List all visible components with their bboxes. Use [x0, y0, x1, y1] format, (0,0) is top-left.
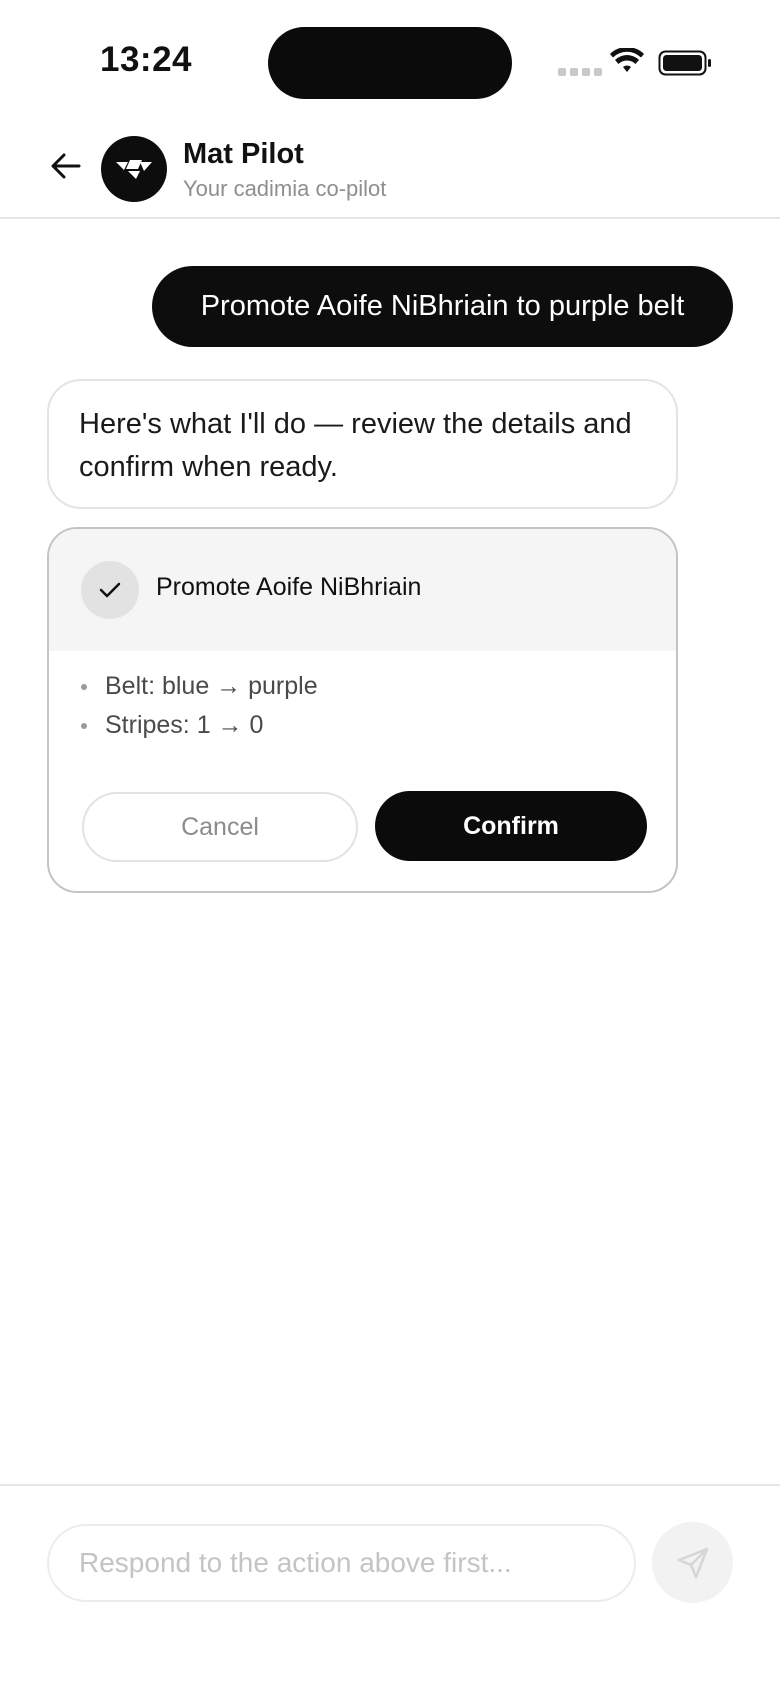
action-details-list: Belt: blue → purple Stripes: 1 → 0 — [81, 667, 318, 745]
chat-title: Mat Pilot — [183, 138, 304, 170]
assistant-message: Here's what I'll do — review the details… — [47, 379, 678, 509]
chat-subtitle: Your cadimia co-pilot — [183, 176, 387, 201]
check-icon — [99, 582, 121, 598]
bullet-icon — [81, 683, 87, 690]
check-badge — [81, 561, 139, 619]
action-card-title: Promote Aoife NiBhriain — [156, 573, 422, 601]
mat-pilot-logo-icon — [116, 160, 152, 179]
confirm-button[interactable]: Confirm — [375, 791, 647, 861]
detail-item-stripes: Stripes: 1 → 0 — [81, 706, 318, 745]
detail-text: Stripes: 1 → 0 — [105, 711, 264, 739]
dynamic-island — [268, 27, 512, 99]
message-input[interactable] — [47, 1524, 636, 1602]
back-button[interactable] — [46, 146, 86, 186]
detail-text: Belt: blue → purple — [105, 672, 318, 700]
detail-item-belt: Belt: blue → purple — [81, 667, 318, 706]
battery-icon — [658, 50, 711, 76]
cellular-signal-icon — [558, 68, 602, 76]
wifi-icon — [610, 48, 644, 72]
user-message: Promote Aoife NiBhriain to purple belt — [152, 266, 733, 347]
action-card-header: Promote Aoife NiBhriain — [49, 529, 676, 651]
send-button[interactable] — [652, 1522, 733, 1603]
status-time: 13:24 — [100, 40, 193, 79]
cancel-button[interactable]: Cancel — [82, 792, 358, 862]
action-card: Promote Aoife NiBhriain Belt: blue → pur… — [47, 527, 678, 893]
status-bar: 13:24 — [0, 0, 780, 120]
bullet-icon — [81, 722, 87, 729]
composer — [0, 1484, 780, 1696]
chat-header: Mat Pilot Your cadimia co-pilot — [0, 120, 780, 219]
arrow-left-icon — [51, 153, 81, 179]
avatar — [101, 136, 167, 202]
send-icon — [677, 1547, 708, 1578]
